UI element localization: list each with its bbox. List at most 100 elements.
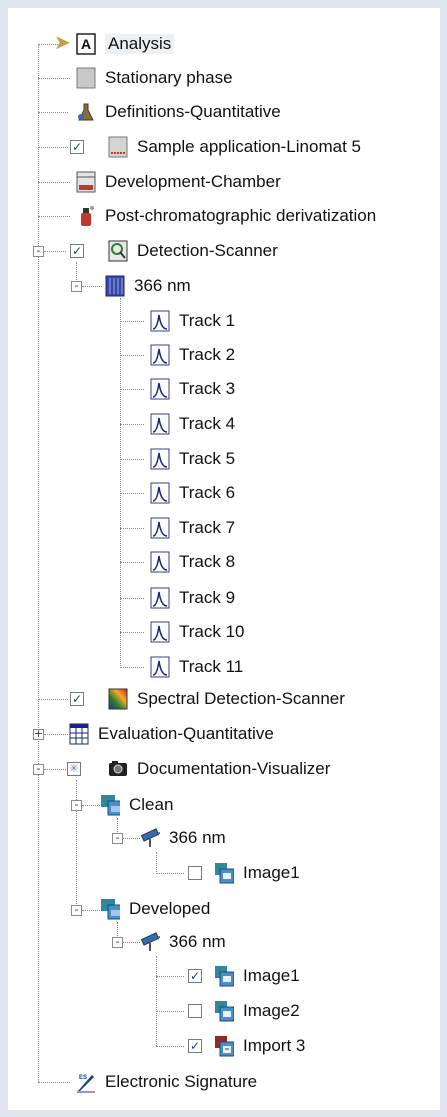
tree-item-label: 366 nm <box>134 276 191 295</box>
tree-item-366nm[interactable]: 366 nm <box>105 271 191 301</box>
tree-line <box>156 956 157 1046</box>
tree-line <box>82 286 102 287</box>
tree-item-electronic-signature[interactable]: ES Electronic Signature <box>76 1067 257 1097</box>
tree-item-post-chromatographic[interactable]: Post-chromatographic derivatization <box>76 201 376 231</box>
expander-366nm[interactable]: - <box>71 280 82 292</box>
tree-line <box>120 493 144 494</box>
image-icon <box>214 965 234 987</box>
expander-evaluation[interactable]: + <box>33 728 44 740</box>
tree-item-label: Evaluation-Quantitative <box>98 724 274 743</box>
tree-item-label: Stationary phase <box>105 68 233 87</box>
tree-line <box>38 216 70 217</box>
tree-line <box>122 838 140 839</box>
tree-item-label: Image1 <box>243 966 300 985</box>
tree-item-clean-366nm[interactable]: ✶ 366 nm <box>140 823 226 853</box>
tree-item-label: Track 5 <box>179 449 236 468</box>
tree-line <box>120 389 144 390</box>
tree-line <box>82 805 100 806</box>
expander-clean-366nm[interactable]: - <box>112 832 123 844</box>
tree-item-label: Documentation-Visualizer <box>137 759 331 778</box>
peak-icon <box>150 482 170 504</box>
tree-item-clean-image1[interactable]: Image1 <box>214 858 300 888</box>
tree-line <box>120 598 144 599</box>
tree-item-label: Definitions-Quantitative <box>105 102 281 121</box>
tree-item-developed[interactable]: Developed <box>100 894 210 924</box>
signature-icon: ES <box>76 1071 96 1093</box>
tree-item-track-10[interactable]: Track 10 <box>150 617 245 647</box>
tree-item-track-9[interactable]: Track 9 <box>150 583 235 613</box>
tree-line <box>38 44 39 1082</box>
current-step-arrow-icon: ➤ <box>54 30 71 54</box>
tree-item-developed-image1[interactable]: Image1 <box>214 961 300 991</box>
peak-icon <box>150 551 170 573</box>
tree-line <box>120 562 144 563</box>
tree-line <box>156 976 184 977</box>
tree-line <box>44 769 66 770</box>
tree-item-label: Import 3 <box>243 1036 306 1055</box>
developed-image2-checkbox[interactable] <box>188 1004 202 1018</box>
tree-item-track-4[interactable]: Track 4 <box>150 409 235 439</box>
tree-item-spectral-detection[interactable]: Spectral Detection-Scanner <box>108 684 345 714</box>
svg-text:✶: ✶ <box>157 933 160 942</box>
tree-item-track-8[interactable]: Track 8 <box>150 547 235 577</box>
tree-line <box>44 734 68 735</box>
developed-image1-checkbox[interactable]: ✓ <box>188 969 202 983</box>
tree-item-evaluation[interactable]: Evaluation-Quantitative <box>69 719 274 749</box>
tree-item-label: Analysis <box>105 34 175 54</box>
images-folder-icon <box>100 794 120 816</box>
clean-image1-checkbox[interactable] <box>188 866 202 880</box>
tree-item-documentation[interactable]: Documentation-Visualizer <box>108 754 330 784</box>
flask-icon <box>76 101 96 123</box>
tree-item-sample-application[interactable]: Sample application-Linomat 5 <box>108 132 361 162</box>
tree-item-track-3[interactable]: Track 3 <box>150 374 235 404</box>
tree-item-label: Track 6 <box>179 483 236 502</box>
tree-line <box>120 667 144 668</box>
tree-item-analysis[interactable]: A Analysis <box>76 29 175 59</box>
tree-item-track-6[interactable]: Track 6 <box>150 478 235 508</box>
svg-text:ES: ES <box>79 1075 87 1081</box>
developed-import3-checkbox[interactable]: ✓ <box>188 1039 202 1053</box>
expander-detection-scanner[interactable]: - <box>33 245 44 257</box>
tree-item-label: Track 7 <box>179 518 236 537</box>
wavelength-icon <box>105 275 125 297</box>
tree-line <box>38 78 70 79</box>
camera-icon <box>108 758 128 780</box>
tree-item-track-2[interactable]: Track 2 <box>150 340 235 370</box>
peak-icon <box>150 413 170 435</box>
tree-item-definitions[interactable]: Definitions-Quantitative <box>76 97 281 127</box>
tree-line <box>38 699 68 700</box>
tree-line <box>120 424 144 425</box>
tree-item-label: Track 9 <box>179 588 236 607</box>
tree-item-track-7[interactable]: Track 7 <box>150 513 235 543</box>
tree-line <box>156 1046 184 1047</box>
detection-scanner-checkbox[interactable]: ✓ <box>70 244 84 258</box>
spectrum-icon <box>108 688 128 710</box>
tree-item-label: Sample application-Linomat 5 <box>137 137 361 156</box>
tree-line <box>120 632 144 633</box>
tree-line <box>156 852 157 874</box>
sample-application-checkbox[interactable]: ✓ <box>70 140 84 154</box>
tree-item-clean[interactable]: Clean <box>100 790 173 820</box>
expander-clean[interactable]: - <box>71 799 82 811</box>
tree-item-developed-import3[interactable]: Import 3 <box>214 1031 305 1061</box>
tree-item-track-1[interactable]: Track 1 <box>150 306 235 336</box>
tree-item-label: Electronic Signature <box>105 1072 258 1091</box>
tree-item-label: Development-Chamber <box>105 172 281 191</box>
expander-developed-366nm[interactable]: - <box>112 936 123 948</box>
tree-item-developed-366nm[interactable]: ✶ 366 nm <box>140 927 226 957</box>
tree-item-development-chamber[interactable]: Development-Chamber <box>76 167 281 197</box>
tree-item-track-5[interactable]: Track 5 <box>150 444 235 474</box>
tree-item-track-11[interactable]: Track 11 <box>150 652 243 682</box>
tree-line <box>120 355 144 356</box>
tree-line <box>38 147 68 148</box>
tree-item-developed-image2[interactable]: Image2 <box>214 996 300 1026</box>
tree-item-label: Track 10 <box>179 622 245 641</box>
tree-item-stationary-phase[interactable]: Stationary phase <box>76 63 233 93</box>
peak-icon <box>150 310 170 332</box>
tree-item-label: Clean <box>129 795 174 814</box>
tree-item-label: Track 1 <box>179 311 236 330</box>
spectral-detection-checkbox[interactable]: ✓ <box>70 692 84 706</box>
tree-item-detection-scanner[interactable]: Detection-Scanner <box>108 236 278 266</box>
expander-developed[interactable]: - <box>71 904 82 916</box>
expander-documentation[interactable]: - <box>33 763 44 775</box>
